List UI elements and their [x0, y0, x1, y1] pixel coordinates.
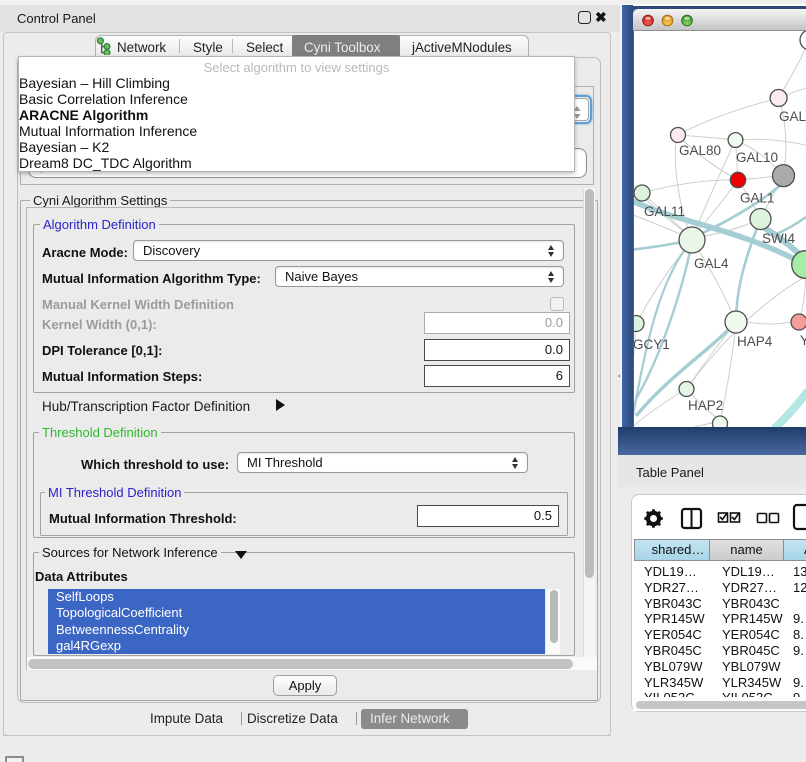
svg-text:SWI4: SWI4	[762, 231, 795, 246]
svg-text:GAL11: GAL11	[644, 204, 685, 219]
svg-text:HAP4: HAP4	[737, 334, 773, 349]
svg-text:HAP2: HAP2	[688, 398, 723, 413]
svg-text:GAL1: GAL1	[740, 191, 775, 206]
svg-text:GAL10: GAL10	[736, 150, 778, 165]
svg-text:GAL7: GAL7	[779, 109, 806, 124]
svg-text:GAL4: GAL4	[694, 256, 729, 271]
svg-text:GCY1: GCY1	[634, 337, 670, 352]
svg-text:GAL80: GAL80	[679, 143, 721, 158]
svg-text:Y: Y	[800, 333, 806, 348]
